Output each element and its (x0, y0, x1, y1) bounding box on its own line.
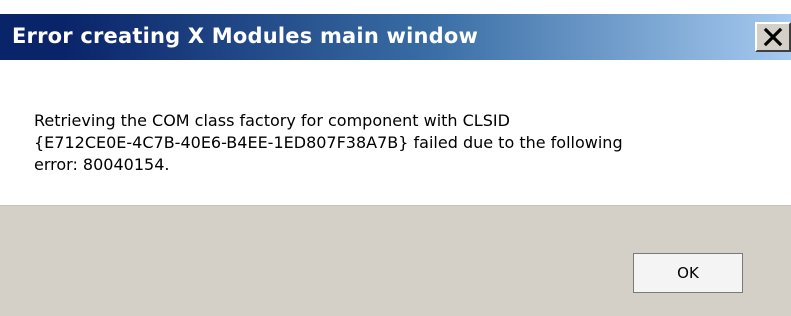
window-title: Error creating X Modules main window (12, 24, 479, 48)
title-bar[interactable]: Error creating X Modules main window (0, 14, 791, 60)
button-bar: OK (0, 205, 791, 316)
close-icon (763, 27, 783, 47)
error-message: Retrieving the COM class factory for com… (34, 110, 764, 176)
error-message-line: Retrieving the COM class factory for com… (34, 111, 510, 130)
ok-button[interactable]: OK (633, 253, 743, 293)
close-button[interactable] (755, 22, 791, 52)
error-dialog: Error creating X Modules main window Ret… (0, 0, 791, 316)
error-message-line: {E712CE0E-4C7B-40E6-B4EE-1ED807F38A7B} f… (34, 133, 623, 152)
error-message-line: error: 80040154. (34, 155, 170, 174)
